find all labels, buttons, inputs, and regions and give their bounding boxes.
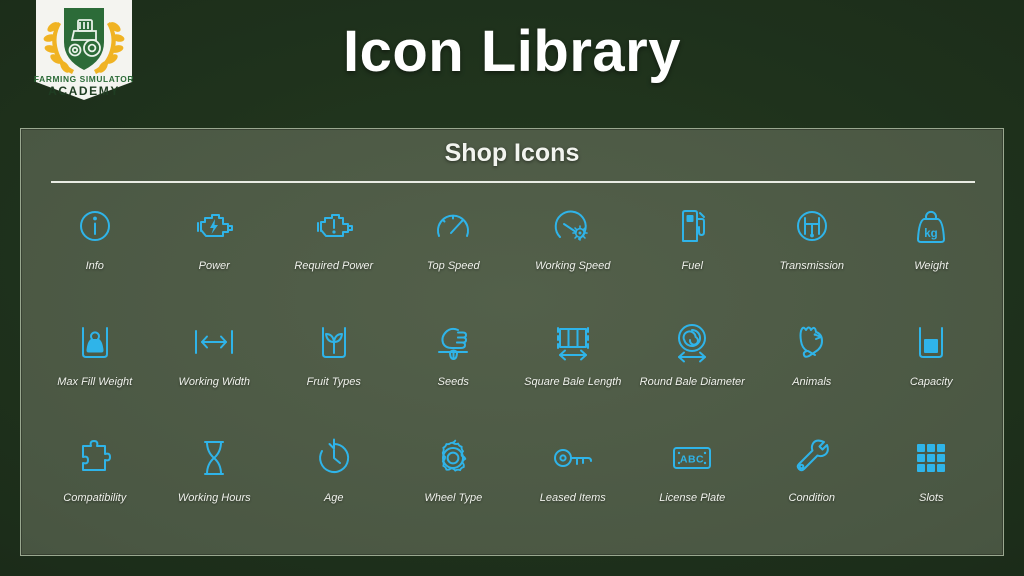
icon-label: Round Bale Diameter (639, 376, 745, 388)
kg-weight-icon: kg (908, 203, 954, 249)
weight-in-container-icon (72, 319, 118, 365)
icon-item-top-speed[interactable]: Top Speed (394, 195, 514, 311)
icon-item-leased-items[interactable]: Leased Items (513, 427, 633, 543)
puzzle-piece-icon (72, 435, 118, 481)
icon-item-capacity[interactable]: Capacity (872, 311, 992, 427)
icon-label: Slots (919, 492, 944, 504)
icon-item-working-width[interactable]: Working Width (155, 311, 275, 427)
icon-label: Power (198, 260, 230, 272)
icon-label: Animals (792, 376, 832, 388)
shop-icons-panel: Shop Icons Info Power Required Power Top… (20, 128, 1004, 556)
icon-item-info[interactable]: Info (35, 195, 155, 311)
icon-label: Fuel (681, 260, 703, 272)
icon-item-working-speed[interactable]: Working Speed (513, 195, 633, 311)
clock-rotate-icon (311, 435, 357, 481)
tire-icon (430, 435, 476, 481)
icon-label: License Plate (659, 492, 726, 504)
grid-slots-icon (908, 435, 954, 481)
slide-header: FARMING SIMULATOR ACADEMY Icon Library (0, 0, 1024, 122)
icon-label: Top Speed (426, 260, 480, 272)
icon-label: Weight (914, 260, 949, 272)
logo-line-2: ACADEMY (48, 84, 120, 98)
sprout-container-icon (311, 319, 357, 365)
capacity-container-icon (908, 319, 954, 365)
panel-divider (51, 181, 975, 183)
icon-item-round-bale-diameter[interactable]: Round Bale Diameter (633, 311, 753, 427)
icon-item-required-power[interactable]: Required Power (274, 195, 394, 311)
info-circle-icon (72, 203, 118, 249)
icon-item-transmission[interactable]: Transmission (752, 195, 872, 311)
icon-label: Capacity (909, 376, 953, 388)
icon-label: Working Hours (177, 492, 251, 504)
gear-shifter-icon (789, 203, 835, 249)
square-bale-arrow-icon (550, 319, 596, 365)
chicken-icon (789, 319, 835, 365)
icon-item-square-bale-length[interactable]: Square Bale Length (513, 311, 633, 427)
speedometer-icon (430, 203, 476, 249)
fuel-pump-icon (669, 203, 715, 249)
wrench-icon (789, 435, 835, 481)
icon-label: Fruit Types (306, 376, 361, 388)
hourglass-icon (191, 435, 237, 481)
round-bale-spiral-icon (669, 319, 715, 365)
icon-item-animals[interactable]: Animals (752, 311, 872, 427)
width-arrow-icon (191, 319, 237, 365)
icon-label: Working Width (178, 376, 250, 388)
icon-item-license-plate[interactable]: ABC License Plate (633, 427, 753, 543)
icon-label: Compatibility (63, 492, 127, 504)
icon-label: Max Fill Weight (57, 376, 133, 388)
icon-label: Condition (788, 492, 835, 504)
page-title: Icon Library (343, 19, 681, 84)
weight-unit-text: kg (925, 228, 938, 240)
slide-background: FARMING SIMULATOR ACADEMY Icon Library S… (0, 0, 1024, 576)
license-plate-text: ABC (680, 454, 704, 466)
icon-label: Working Speed (535, 260, 611, 272)
hand-sowing-icon (430, 319, 476, 365)
icon-item-age[interactable]: Age (274, 427, 394, 543)
icon-item-working-hours[interactable]: Working Hours (155, 427, 275, 543)
icon-grid: Info Power Required Power Top Speed Work… (35, 195, 991, 543)
icon-label: Leased Items (539, 492, 606, 504)
license-plate-abc-icon: ABC (669, 435, 715, 481)
icon-item-condition[interactable]: Condition (752, 427, 872, 543)
engine-exclamation-icon (311, 203, 357, 249)
icon-item-power[interactable]: Power (155, 195, 275, 311)
icon-item-weight[interactable]: kg Weight (872, 195, 992, 311)
icon-item-compatibility[interactable]: Compatibility (35, 427, 155, 543)
icon-label: Transmission (779, 260, 845, 272)
icon-item-max-fill-weight[interactable]: Max Fill Weight (35, 311, 155, 427)
icon-label: Square Bale Length (524, 376, 622, 388)
icon-label: Age (323, 492, 344, 504)
speedometer-gear-icon (550, 203, 596, 249)
icon-label: Seeds (437, 376, 469, 388)
icon-label: Required Power (294, 260, 374, 272)
icon-item-fruit-types[interactable]: Fruit Types (274, 311, 394, 427)
key-icon (550, 435, 596, 481)
panel-heading: Shop Icons (444, 139, 580, 167)
icon-label: Info (85, 260, 104, 272)
icon-item-seeds[interactable]: Seeds (394, 311, 514, 427)
icon-label: Wheel Type (424, 492, 483, 504)
icon-item-fuel[interactable]: Fuel (633, 195, 753, 311)
engine-bolt-icon (191, 203, 237, 249)
icon-item-slots[interactable]: Slots (872, 427, 992, 543)
icon-item-tire[interactable]: Wheel Type (394, 427, 514, 543)
